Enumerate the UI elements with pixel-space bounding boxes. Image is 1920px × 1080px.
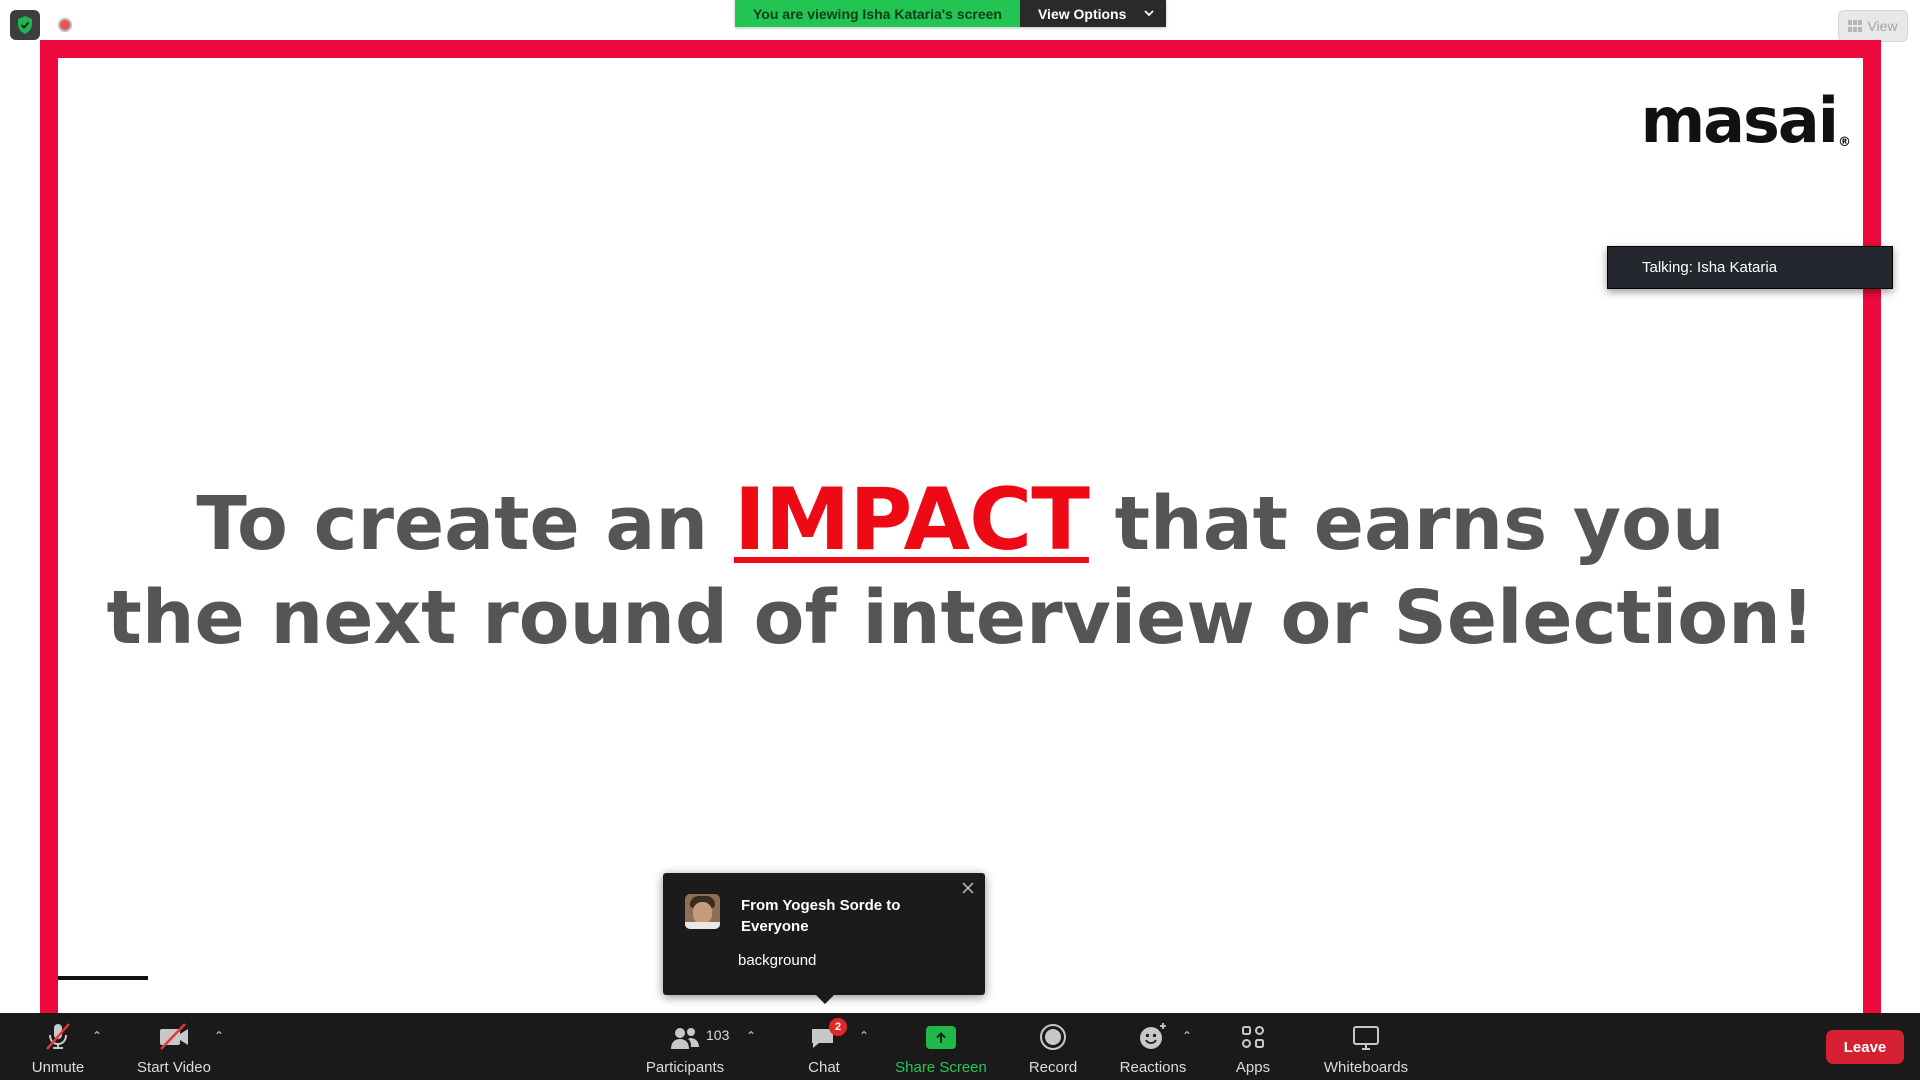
start-video-label: Start Video bbox=[137, 1059, 211, 1076]
view-button-label: View bbox=[1867, 18, 1898, 34]
apps-icon bbox=[1239, 1013, 1267, 1051]
share-screen-label: Share Screen bbox=[895, 1059, 987, 1076]
view-layout-button[interactable]: View bbox=[1838, 10, 1908, 42]
share-screen-icon bbox=[926, 1026, 956, 1049]
chat-options-caret-icon[interactable]: ⌃ bbox=[859, 1029, 869, 1043]
share-screen-icon-wrap bbox=[926, 1013, 956, 1051]
security-shield-icon[interactable] bbox=[10, 10, 40, 40]
chevron-down-icon bbox=[1144, 10, 1155, 17]
recording-status-icon bbox=[58, 18, 72, 32]
whiteboards-label: Whiteboards bbox=[1323, 1059, 1409, 1076]
chat-button[interactable]: 2 Chat bbox=[800, 1013, 848, 1080]
start-video-button[interactable]: Start Video bbox=[132, 1013, 216, 1080]
whiteboard-icon bbox=[1351, 1013, 1381, 1051]
participants-icon: 103 bbox=[640, 1013, 730, 1051]
headline-line-2: the next round of interview or Selection… bbox=[106, 575, 1815, 661]
participants-count: 103 bbox=[706, 1027, 730, 1043]
record-button[interactable]: Record bbox=[1022, 1013, 1084, 1080]
headline-before: To create an bbox=[196, 481, 709, 567]
viewing-status-text: You are viewing Isha Kataria's screen bbox=[735, 0, 1020, 27]
slide-headline: To create an IMPACT that earns you the n… bbox=[58, 473, 1863, 665]
view-options-button[interactable]: View Options bbox=[1019, 0, 1167, 27]
view-options-label: View Options bbox=[1037, 5, 1127, 22]
apps-button[interactable]: Apps bbox=[1230, 1013, 1276, 1080]
unmute-button[interactable]: Unmute bbox=[28, 1013, 88, 1080]
chat-notification[interactable]: From Yogesh Sorde to Everyone background bbox=[663, 873, 985, 1004]
reactions-label: Reactions bbox=[1119, 1059, 1187, 1076]
grid-view-icon bbox=[1848, 20, 1863, 32]
apps-label: Apps bbox=[1235, 1059, 1271, 1076]
meeting-toolbar: Unmute ⌃ Start Video ⌃ 103 Participants … bbox=[0, 1013, 1920, 1080]
slide-divider bbox=[58, 976, 148, 980]
mic-muted-icon bbox=[43, 1013, 73, 1051]
logo-registered-mark: ® bbox=[1838, 135, 1851, 150]
unmute-label: Unmute bbox=[31, 1059, 85, 1076]
video-options-caret-icon[interactable]: ⌃ bbox=[214, 1029, 224, 1043]
chat-sender: From Yogesh Sorde to Everyone bbox=[741, 897, 901, 935]
video-off-icon bbox=[157, 1013, 191, 1051]
leave-button[interactable]: Leave bbox=[1826, 1030, 1904, 1064]
screen-share-banner: You are viewing Isha Kataria's screen Vi… bbox=[735, 0, 1167, 27]
participants-options-caret-icon[interactable]: ⌃ bbox=[746, 1029, 756, 1043]
record-label: Record bbox=[1028, 1059, 1078, 1076]
headline-line-1: To create an IMPACT that earns you bbox=[58, 473, 1863, 571]
talking-indicator: Talking: Isha Kataria bbox=[1607, 246, 1893, 289]
participants-button[interactable]: 103 Participants bbox=[640, 1013, 730, 1080]
close-icon[interactable] bbox=[960, 880, 976, 896]
headline-impact-word: IMPACT bbox=[733, 470, 1090, 570]
reactions-options-caret-icon[interactable]: ⌃ bbox=[1182, 1029, 1192, 1043]
whiteboards-button[interactable]: Whiteboards bbox=[1316, 1013, 1416, 1080]
record-icon bbox=[1039, 1013, 1067, 1051]
headline-after: that earns you bbox=[1114, 481, 1725, 567]
reactions-icon bbox=[1138, 1013, 1168, 1051]
masai-logo: masai® bbox=[1641, 84, 1851, 157]
chat-label: Chat bbox=[808, 1059, 840, 1076]
share-screen-button[interactable]: Share Screen bbox=[890, 1013, 992, 1080]
chat-message: background bbox=[738, 952, 817, 969]
audio-options-caret-icon[interactable]: ⌃ bbox=[92, 1029, 102, 1043]
chat-icon: 2 bbox=[809, 1013, 847, 1051]
reactions-button[interactable]: Reactions bbox=[1118, 1013, 1188, 1080]
participants-label: Participants bbox=[645, 1059, 725, 1076]
chat-unread-badge: 2 bbox=[829, 1018, 847, 1036]
logo-text: masai bbox=[1640, 84, 1839, 157]
avatar bbox=[685, 894, 720, 929]
